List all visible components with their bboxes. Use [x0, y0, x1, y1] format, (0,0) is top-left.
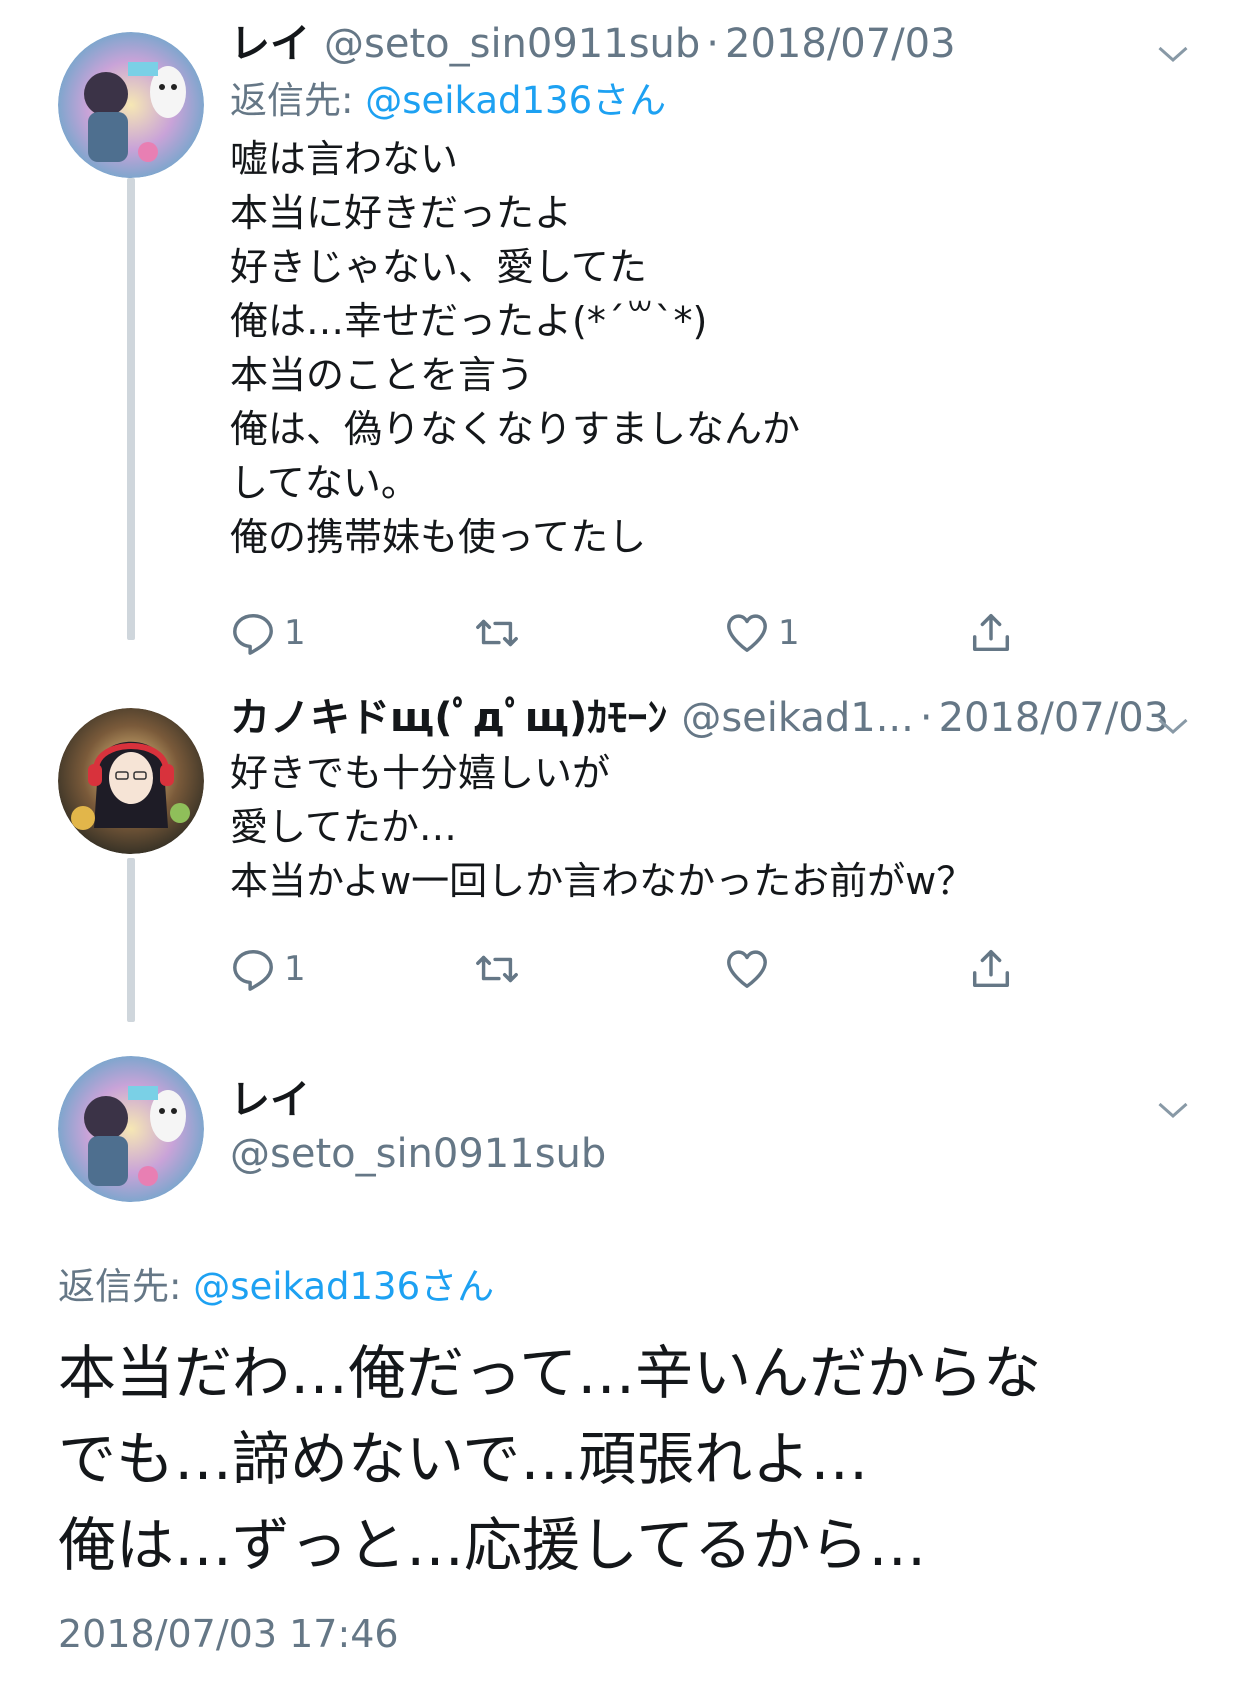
like-icon — [727, 950, 767, 988]
like-icon — [727, 614, 767, 652]
tweet-header: カノキドщ(ﾟдﾟщ)ｶﾓｰﾝ @seikad1... · 2018/07/03 — [230, 692, 1201, 744]
tweet-text-line: 好きじゃない、愛してた — [230, 245, 647, 289]
tweet-header: レイ @seto_sin0911sub · 2018/07/03 — [230, 18, 1201, 70]
avatar[interactable] — [58, 708, 204, 854]
reply-to-label: 返信先: — [58, 1265, 194, 1308]
reply-to-line: 返信先: @seikad136さん — [230, 76, 1201, 126]
reply-button[interactable]: 1 — [230, 610, 306, 656]
share-icon — [972, 950, 1010, 988]
tweet-text-line: 俺は、偽りなくなりすましなんか — [230, 407, 801, 451]
display-name[interactable]: レイ — [230, 18, 310, 70]
chevron-down-icon[interactable] — [1155, 1092, 1191, 1128]
tweet-text-line: 本当に好きだったよ — [230, 191, 573, 235]
name-row: レイ — [230, 1074, 1201, 1126]
tweet-text-line: でも…諦めないで…頑張れよ… — [58, 1425, 869, 1493]
tweet-text-line: 俺は…ずっと…応援してるから… — [58, 1511, 927, 1579]
retweet-button[interactable] — [474, 946, 528, 992]
retweet-button[interactable] — [474, 610, 528, 656]
tweet-text: 嘘は言わない 本当に好きだったよ 好きじゃない、愛してた 俺は…幸せだったよ(*… — [230, 132, 1201, 564]
tweet-date[interactable]: 2018/07/03 — [725, 18, 956, 70]
separator: · — [919, 695, 933, 741]
handle-row: @seto_sin0911sub — [230, 1128, 1201, 1180]
reply-mention-link[interactable]: @seikad136さん — [365, 79, 666, 122]
chevron-down-icon[interactable] — [1155, 708, 1191, 744]
reply-mention-link[interactable]: @seikad136さん — [193, 1265, 494, 1308]
like-button[interactable]: 1 — [724, 610, 800, 656]
user-handle[interactable]: @seto_sin0911sub — [230, 1128, 606, 1180]
display-name[interactable]: レイ — [230, 1074, 310, 1126]
reply-icon — [233, 614, 273, 655]
tweet-text-line: 本当のことを言う — [230, 353, 535, 397]
display-name[interactable]: カノキドщ(ﾟдﾟщ)ｶﾓｰﾝ — [230, 692, 667, 744]
thread-line — [127, 858, 135, 1022]
reply-to-line: 返信先: @seikad136さん — [58, 1262, 494, 1312]
tweet-text: 好きでも十分嬉しいが 愛してたか… 本当かよw一回しか言わなかったお前がw？ — [230, 746, 1201, 908]
share-button[interactable] — [968, 610, 1014, 656]
tweet-text-line: 本当かよw一回しか言わなかったお前がw？ — [230, 859, 975, 903]
tweet-text-line: してない。 — [230, 461, 419, 505]
share-icon — [972, 614, 1010, 652]
separator: · — [706, 21, 720, 67]
reply-icon — [233, 950, 273, 991]
user-handle[interactable]: @seikad1... — [681, 692, 914, 744]
tweet-text-line: 愛してたか… — [230, 805, 457, 849]
tweet-text-line: 好きでも十分嬉しいが — [230, 751, 611, 795]
share-button[interactable] — [968, 946, 1014, 992]
tweet-text-line: 嘘は言わない — [230, 137, 459, 181]
avatar[interactable] — [58, 1056, 204, 1202]
reply-button[interactable]: 1 — [230, 946, 306, 992]
chevron-down-icon[interactable] — [1155, 36, 1191, 72]
tweet-text-line: 本当だわ…俺だって…辛いんだからな — [58, 1339, 1042, 1407]
avatar[interactable] — [58, 32, 204, 178]
like-button[interactable] — [724, 946, 778, 992]
reply-to-label: 返信先: — [230, 79, 366, 122]
tweet-2[interactable]: カノキドщ(ﾟдﾟщ)ｶﾓｰﾝ @seikad1... · 2018/07/03… — [230, 692, 1201, 908]
main-tweet-header: レイ @seto_sin0911sub — [230, 1074, 1201, 1180]
tweet-date[interactable]: 2018/07/03 — [939, 692, 1170, 744]
main-tweet-text: 本当だわ…俺だって…辛いんだからな でも…諦めないで…頑張れよ… 俺は…ずっと…… — [58, 1330, 1041, 1588]
retweet-icon — [476, 619, 518, 647]
tweet-thread-page: レイ @seto_sin0911sub · 2018/07/03 返信先: @s… — [0, 0, 1241, 1684]
retweet-icon — [476, 955, 518, 983]
thread-line — [127, 178, 135, 640]
like-count: 1 — [778, 613, 800, 653]
tweet-text-line: 俺の携帯妹も使ってたし — [230, 515, 647, 559]
reply-count: 1 — [284, 613, 306, 653]
tweet-1[interactable]: レイ @seto_sin0911sub · 2018/07/03 返信先: @s… — [230, 18, 1201, 564]
tweet-text-line: 俺は…幸せだったよ(*´꒳`*) — [230, 299, 708, 343]
reply-count: 1 — [284, 949, 306, 989]
tweet-timestamp[interactable]: 2018/07/03 17:46 — [58, 1612, 399, 1656]
user-handle[interactable]: @seto_sin0911sub — [324, 18, 700, 70]
